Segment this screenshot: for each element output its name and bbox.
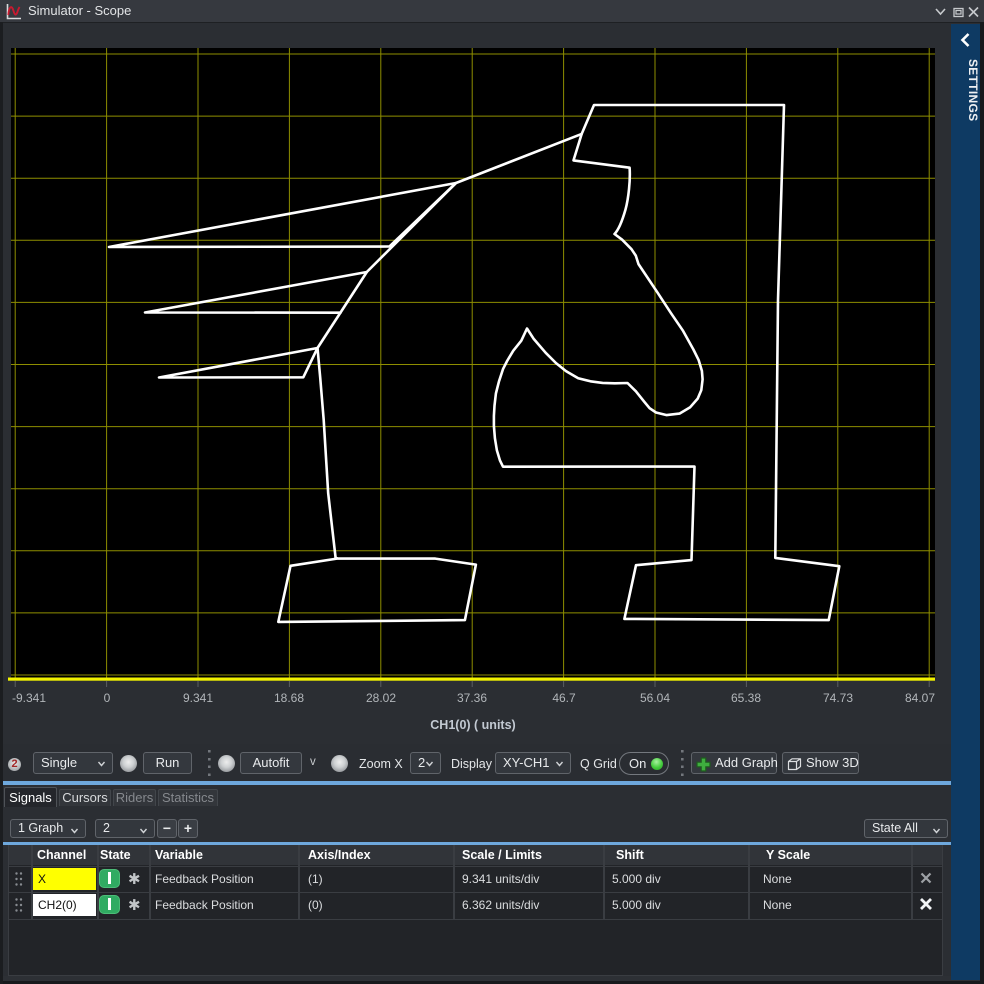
svg-text:37.36: 37.36	[457, 691, 487, 705]
svg-text:18.68: 18.68	[274, 691, 304, 705]
svg-text:9.341: 9.341	[183, 691, 213, 705]
svg-text:74.73: 74.73	[823, 691, 853, 705]
svg-text:84.07: 84.07	[905, 691, 935, 705]
svg-text:65.38: 65.38	[731, 691, 761, 705]
svg-text:56.04: 56.04	[640, 691, 670, 705]
svg-text:CH1(0) ( units): CH1(0) ( units)	[430, 718, 515, 732]
svg-text:0: 0	[104, 691, 111, 705]
svg-text:-9.341: -9.341	[12, 691, 46, 705]
svg-text:28.02: 28.02	[366, 691, 396, 705]
svg-text:46.7: 46.7	[552, 691, 576, 705]
